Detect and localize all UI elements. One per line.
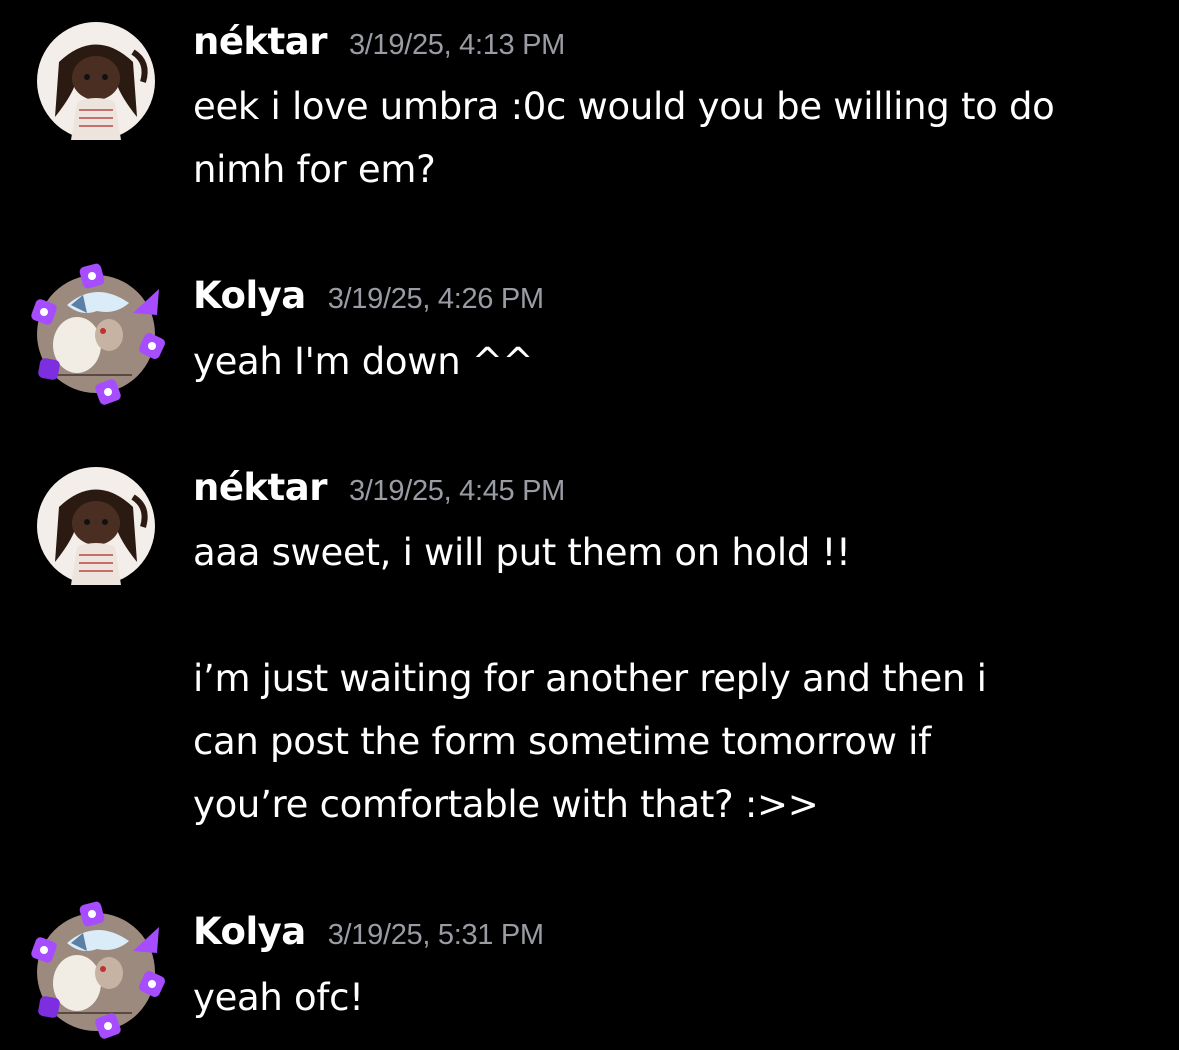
message-timestamp: 3/19/25, 4:26 PM [327,283,544,315]
nektar-avatar-icon[interactable] [37,467,155,585]
message-text: aaa sweet, i will put them on hold !! i’… [193,531,987,826]
message-text: yeah ofc! [193,976,364,1019]
message-text: yeah I'm down ^^ [193,340,534,383]
message-author[interactable]: néktar [193,20,327,63]
message-timestamp: 3/19/25, 4:13 PM [348,29,566,61]
message-author[interactable]: Kolya [193,274,306,317]
message-author[interactable]: néktar [193,466,327,509]
nektar-avatar-icon[interactable] [37,22,155,140]
message-timestamp: 3/19/25, 5:31 PM [327,919,544,951]
kolya-avatar-icon[interactable] [31,901,165,1039]
message-timestamp: 3/19/25, 4:45 PM [348,475,566,507]
message-text: eek i love umbra :0c would you be willin… [193,85,1055,191]
message-author[interactable]: Kolya [193,910,306,953]
kolya-avatar-icon[interactable] [31,263,165,405]
